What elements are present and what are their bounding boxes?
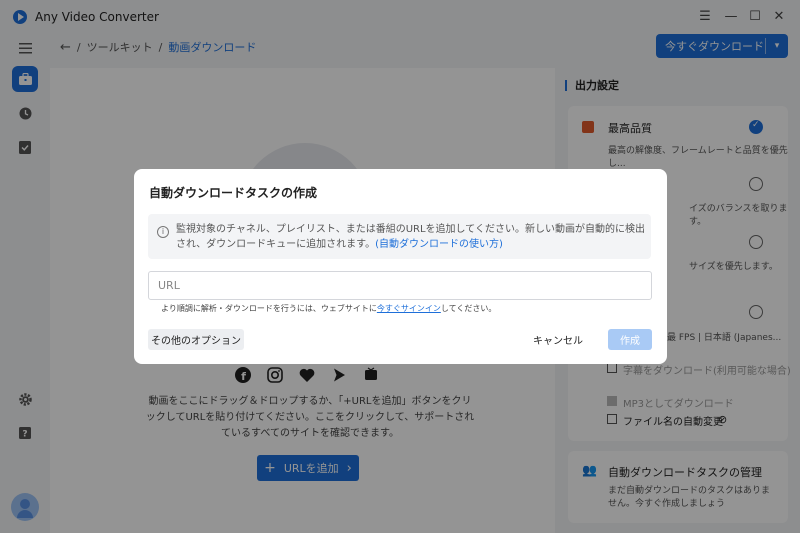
cancel-button[interactable]: キャンセル [528, 329, 588, 350]
sign-in-hint: より順調に解析・ダウンロードを行うには、ウェブサイトに今すぐサインインしてくださ… [161, 303, 496, 314]
hint-suffix: してください。 [440, 304, 497, 313]
info-box: i 監視対象のチャネル、プレイリスト、または番組のURLを追加してください。新し… [148, 214, 651, 259]
info-text: 監視対象のチャネル、プレイリスト、または番組のURLを追加してください。新しい動… [176, 222, 646, 252]
create-auto-download-dialog: 自動ダウンロードタスクの作成 i 監視対象のチャネル、プレイリスト、または番組の… [134, 169, 667, 364]
other-options-button[interactable]: その他のオプション [148, 329, 244, 350]
hint-prefix: より順調に解析・ダウンロードを行うには、ウェブサイトに [161, 304, 377, 313]
create-button[interactable]: 作成 [608, 329, 652, 350]
dialog-title: 自動ダウンロードタスクの作成 [149, 186, 318, 200]
info-icon: i [157, 226, 169, 238]
url-input[interactable] [148, 271, 652, 300]
sign-in-link[interactable]: 今すぐサインイン [377, 304, 441, 313]
how-to-link[interactable]: (自動ダウンロードの使い方) [375, 239, 503, 250]
